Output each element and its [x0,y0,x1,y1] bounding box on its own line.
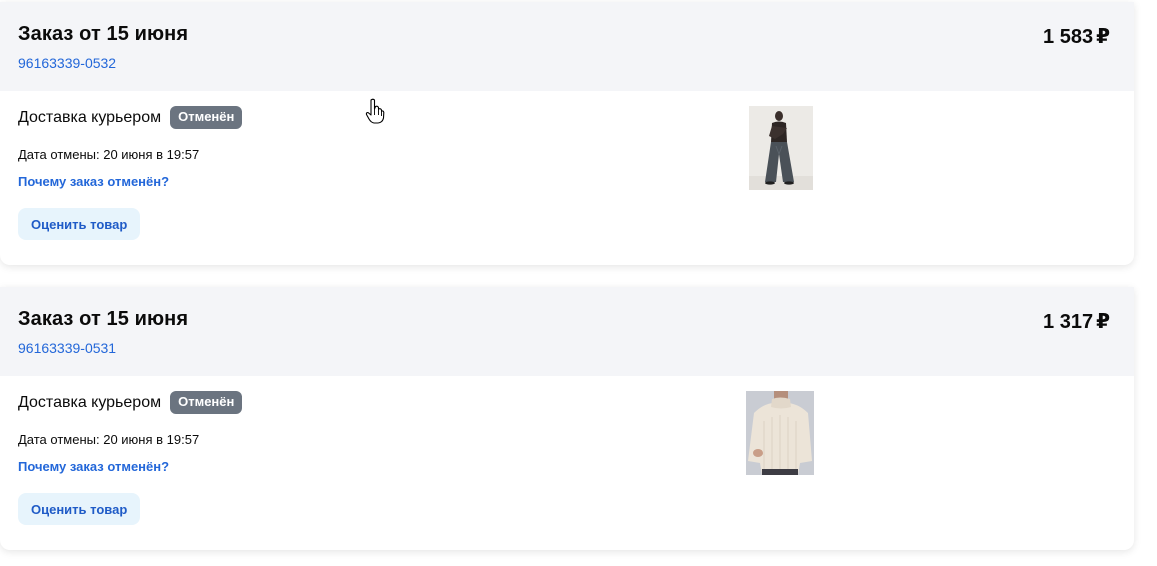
status-badge: Отменён [170,106,243,129]
cancel-date: Дата отмены: 20 июня в 19:57 [18,432,200,447]
order-number-link[interactable]: 96163339-0531 [18,340,116,356]
rate-product-button[interactable]: Оценить товар [18,493,141,525]
order-body: Доставка курьером Отменён Дата отмены: 2… [0,91,1134,265]
delivery-row: Доставка курьером Отменён [18,391,243,414]
order-price-value: 1 583 [1043,26,1094,48]
delivery-row: Доставка курьером Отменён [18,106,243,129]
product-photo-beige-sweater-icon [746,391,814,475]
order-card[interactable]: Заказ от 15 июня 96163339-0531 1 317 ₽ До… [0,287,1134,550]
product-thumbnail[interactable] [749,106,813,190]
product-photo-wide-leg-jeans-icon [749,106,813,190]
order-title: Заказ от 15 июня [18,308,189,330]
delivery-type: Доставка курьером [18,108,162,126]
cancel-date: Дата отмены: 20 июня в 19:57 [18,147,200,162]
status-badge: Отменён [170,391,243,414]
order-body: Доставка курьером Отменён Дата отмены: 2… [0,376,1134,550]
currency-sign: ₽ [1096,311,1110,333]
order-header: Заказ от 15 июня 96163339-0531 1 317 ₽ [0,287,1134,376]
order-title: Заказ от 15 июня [18,23,189,45]
product-thumbnail[interactable] [746,391,814,475]
order-price-value: 1 317 [1043,311,1094,333]
order-card[interactable]: Заказ от 15 июня 96163339-0532 1 583 ₽ До… [0,2,1134,265]
order-header: Заказ от 15 июня 96163339-0532 1 583 ₽ [0,2,1134,91]
order-price: 1 317 ₽ [1043,309,1110,334]
rate-product-button[interactable]: Оценить товар [18,208,141,240]
delivery-type: Доставка курьером [18,393,162,411]
why-cancelled-link[interactable]: Почему заказ отменён? [18,174,169,189]
order-price: 1 583 ₽ [1043,24,1110,49]
why-cancelled-link[interactable]: Почему заказ отменён? [18,459,169,474]
orders-list: Заказ от 15 июня 96163339-0532 1 583 ₽ До… [0,0,1157,566]
currency-sign: ₽ [1096,26,1110,48]
order-number-link[interactable]: 96163339-0532 [18,55,116,71]
